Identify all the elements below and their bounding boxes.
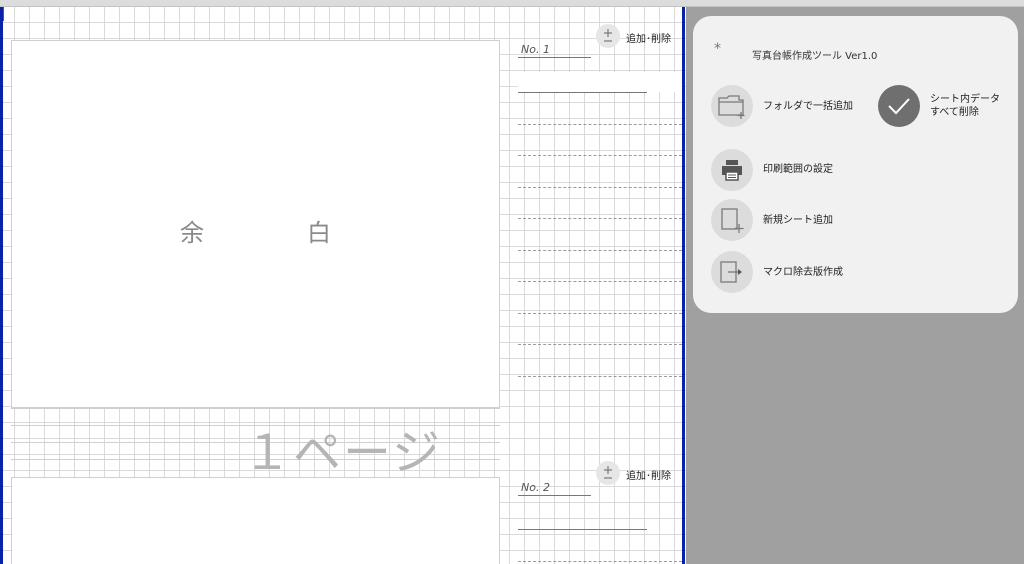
entry-number-underline	[518, 495, 591, 496]
entry-dashed-line	[518, 313, 682, 314]
entry-title-underline	[518, 92, 647, 93]
sheet-right-border	[682, 7, 685, 564]
entry-1-title-cell[interactable]	[518, 72, 682, 92]
entry-dashed-line	[518, 250, 682, 251]
macro-remove-button-label[interactable]: マクロ除去版作成	[763, 267, 843, 279]
panel-title: 写真台帳作成ツール Ver1.0	[752, 51, 878, 62]
entry-dashed-line	[518, 155, 682, 156]
photo-cell-block-1[interactable]	[11, 40, 500, 408]
new-sheet-button-label[interactable]: 新規シート追加	[763, 215, 833, 227]
plus-minus-icon[interactable]	[596, 461, 620, 485]
entry-title-underline	[518, 529, 647, 530]
spreadsheet-area[interactable]: 余 白 １ページ 追加･削除 No. 1 追加･削除 No. 2	[0, 7, 686, 564]
margin-text-right: 白	[307, 219, 331, 247]
new-sheet-icon[interactable]	[711, 199, 753, 241]
sheet-left-border	[0, 7, 3, 564]
export-icon[interactable]	[711, 251, 753, 293]
entry-dashed-line	[518, 187, 682, 188]
delete-all-button-label-line2[interactable]: すべて削除	[930, 107, 979, 119]
entry-dashed-line	[518, 124, 682, 125]
entry-number-underline	[518, 57, 591, 58]
entry-dashed-line	[518, 561, 682, 562]
page-watermark: １ページ	[243, 425, 443, 481]
plus-minus-icon[interactable]	[596, 24, 620, 48]
entry-dashed-line	[518, 281, 682, 282]
top-bar	[0, 0, 1024, 7]
print-range-button-label[interactable]: 印刷範囲の設定	[763, 164, 833, 176]
add-delete-label-1[interactable]: 追加･削除	[626, 30, 671, 45]
photo-cell-block-2[interactable]	[11, 477, 500, 564]
add-delete-label-2[interactable]: 追加･削除	[626, 467, 671, 482]
entry-dashed-line	[518, 344, 682, 345]
entry-number-2: No. 2	[521, 481, 550, 494]
asterisk-icon: *	[714, 41, 721, 57]
folder-add-icon[interactable]	[711, 85, 753, 127]
folder-add-button-label[interactable]: フォルダで一括追加	[763, 101, 853, 113]
tool-panel: * 写真台帳作成ツール Ver1.0 フォルダで一括追加 シート内データ すべて…	[693, 16, 1018, 313]
entry-dashed-line	[518, 376, 682, 377]
entry-dashed-line	[518, 218, 682, 219]
printer-icon[interactable]	[711, 149, 753, 191]
check-icon[interactable]	[878, 85, 920, 127]
entry-number-1: No. 1	[521, 43, 550, 56]
delete-all-button-label-line1[interactable]: シート内データ	[930, 94, 1000, 106]
margin-text-left: 余	[180, 219, 204, 247]
row-line	[11, 408, 500, 409]
